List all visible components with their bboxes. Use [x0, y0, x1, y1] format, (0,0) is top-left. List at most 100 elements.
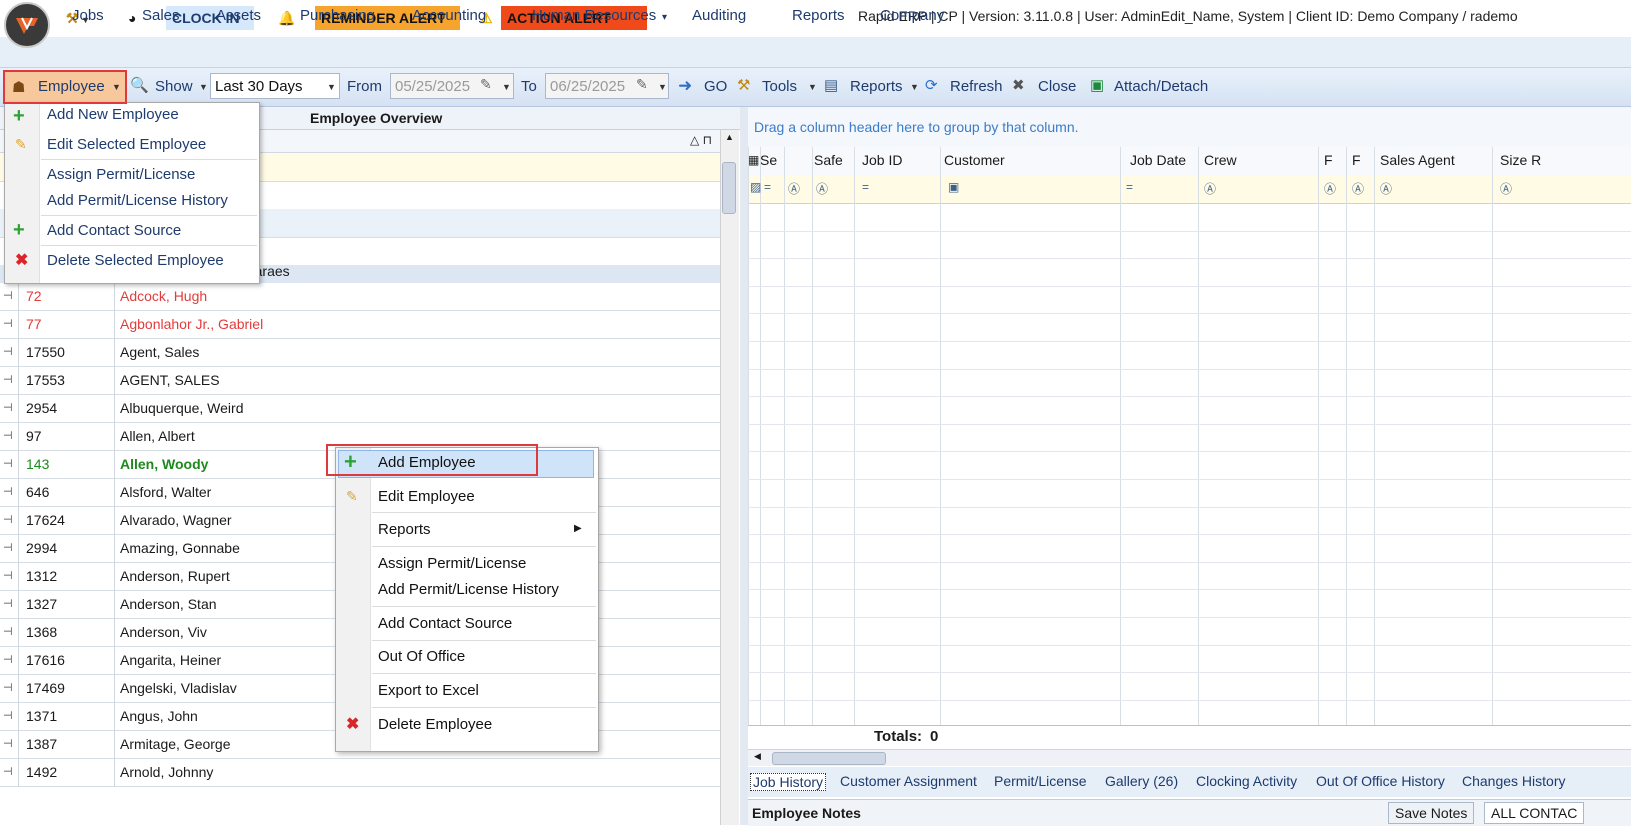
tools-button[interactable]: Tools [762, 78, 797, 95]
reports-button[interactable]: Reports [850, 78, 903, 95]
table-row[interactable]: ⊣ 1492 Arnold, Johnny [0, 759, 720, 787]
filter-operator-icon[interactable]: ▣ [948, 180, 959, 194]
menu-add-new-employee[interactable]: Add New Employee [47, 106, 179, 123]
menu-sales[interactable]: Sales [142, 7, 180, 24]
row-pin-icon[interactable]: ⊣ [3, 401, 13, 414]
row-pin-icon[interactable]: ⊣ [3, 653, 13, 666]
filter-operator-icon[interactable]: Ⓐ [816, 180, 828, 197]
table-row[interactable]: ⊣ 72 Adcock, Hugh [0, 283, 720, 311]
all-contacts-select[interactable]: ALL CONTAC [1484, 802, 1585, 824]
tab-job-history[interactable]: Job History [750, 773, 827, 791]
filter-operator-icon[interactable]: Ⓐ [1324, 180, 1336, 197]
filter-operator-icon[interactable]: Ⓐ [1352, 180, 1364, 197]
show-button[interactable]: Show [155, 78, 193, 95]
menu-reports[interactable]: Reports [378, 521, 431, 538]
from-date-input[interactable]: 05/25/2025 [390, 73, 514, 99]
menu-delete-selected-employee[interactable]: Delete Selected Employee [47, 252, 224, 269]
table-row[interactable]: ⊣ 17550 Agent, Sales [0, 339, 720, 367]
menu-add-permit-license-history[interactable]: Add Permit/License History [47, 192, 228, 209]
scrollbar-thumb[interactable] [772, 752, 886, 765]
menu-edit-employee[interactable]: Edit Employee [378, 488, 475, 505]
menu-human-resources[interactable]: Human Resources [532, 7, 656, 24]
row-pin-icon[interactable]: ⊣ [3, 625, 13, 638]
reports-dropdown-icon[interactable]: ▼ [910, 82, 919, 92]
filter-operator-icon[interactable]: = [1126, 180, 1133, 194]
column-size-r[interactable]: Size R [1500, 152, 1541, 168]
menu-out-of-office[interactable]: Out Of Office [378, 648, 465, 665]
filter-operator-icon[interactable]: Ⓐ [1500, 180, 1512, 197]
row-pin-icon[interactable]: ⊣ [3, 317, 13, 330]
save-notes-button[interactable]: Save Notes [1388, 802, 1475, 824]
table-row[interactable]: ⊣ 2954 Albuquerque, Weird [0, 395, 720, 423]
menu-company[interactable]: Company [880, 7, 944, 24]
column-f2[interactable]: F [1352, 152, 1361, 168]
row-pin-icon[interactable]: ⊣ [3, 513, 13, 526]
filter-operator-icon[interactable]: Ⓐ [1204, 180, 1216, 197]
column-crew[interactable]: Crew [1204, 152, 1237, 168]
column-se[interactable]: Se [760, 152, 777, 168]
date-range-select[interactable]: Last 30 Days [210, 73, 340, 99]
menu-reports[interactable]: Reports [792, 7, 845, 24]
menu-assets[interactable]: Assets [216, 7, 261, 24]
attach-detach-button[interactable]: Attach/Detach [1114, 78, 1208, 95]
job-filter-row[interactable]: ▨ = Ⓐ Ⓐ = ▣ = Ⓐ Ⓐ Ⓐ Ⓐ Ⓐ [748, 175, 1631, 204]
chevron-down-icon[interactable]: ▼ [502, 82, 511, 92]
row-pin-icon[interactable]: ⊣ [3, 373, 13, 386]
menu-accounting[interactable]: Accounting [412, 7, 486, 24]
vertical-scrollbar[interactable]: ▲ [720, 130, 739, 825]
row-pin-icon[interactable]: ⊣ [3, 289, 13, 302]
row-pin-icon[interactable]: ⊣ [3, 541, 13, 554]
tab-changes-history[interactable]: Changes History [1462, 773, 1566, 789]
menu-auditing[interactable]: Auditing [692, 7, 746, 24]
menu-purchasing[interactable]: Purchasing [300, 7, 375, 24]
row-pin-icon[interactable]: ⊣ [3, 429, 13, 442]
app-logo-icon[interactable] [4, 2, 50, 48]
to-date-input[interactable]: 06/25/2025 [545, 73, 669, 99]
table-row[interactable]: ⊣ 77 Agbonlahor Jr., Gabriel [0, 311, 720, 339]
column-f1[interactable]: F [1324, 152, 1333, 168]
filter-operator-icon[interactable]: Ⓐ [1380, 180, 1392, 197]
menu-jobs[interactable]: Jobs [72, 7, 104, 24]
tab-customer-assignment[interactable]: Customer Assignment [840, 773, 977, 789]
sort-pin-icon[interactable]: △ ⊓ [690, 133, 712, 147]
menu-assign-permit-license[interactable]: Assign Permit/License [47, 166, 195, 183]
scrollbar-thumb[interactable] [722, 162, 736, 214]
column-sales-agent[interactable]: Sales Agent [1380, 152, 1455, 168]
column-job-id[interactable]: Job ID [862, 152, 902, 168]
column-customer[interactable]: Customer [944, 152, 1005, 168]
row-pin-icon[interactable]: ⊣ [3, 457, 13, 470]
menu-assign-permit-license[interactable]: Assign Permit/License [378, 555, 526, 572]
menu-delete-employee[interactable]: Delete Employee [378, 716, 492, 733]
filter-operator-icon[interactable]: = [862, 180, 869, 194]
panel-splitter[interactable] [740, 107, 748, 825]
chevron-down-icon[interactable]: ▼ [658, 82, 667, 92]
group-by-area[interactable]: Drag a column header here to group by th… [748, 107, 1631, 148]
tab-permit-license[interactable]: Permit/License [994, 773, 1087, 789]
menu-add-permit-license-history[interactable]: Add Permit/License History [378, 581, 559, 598]
job-grid[interactable] [748, 203, 1631, 725]
tab-out-of-office-history[interactable]: Out Of Office History [1316, 773, 1445, 789]
menu-add-contact-source[interactable]: Add Contact Source [378, 615, 512, 632]
row-pin-icon[interactable]: ⊣ [3, 569, 13, 582]
row-pin-icon[interactable]: ⊣ [3, 485, 13, 498]
customize-quick-access-icon[interactable]: ▾ [662, 12, 667, 23]
menu-export-to-excel[interactable]: Export to Excel [378, 682, 479, 699]
row-pin-icon[interactable]: ⊣ [3, 709, 13, 722]
column-safe[interactable]: Safe [814, 152, 843, 168]
table-row[interactable]: ⊣ 17553 AGENT, SALES [0, 367, 720, 395]
filter-operator-icon[interactable]: ▨ [750, 180, 761, 194]
row-pin-icon[interactable]: ⊣ [3, 597, 13, 610]
menu-edit-selected-employee[interactable]: Edit Selected Employee [47, 136, 206, 153]
refresh-button[interactable]: Refresh [950, 78, 1003, 95]
tab-gallery[interactable]: Gallery (26) [1105, 773, 1178, 789]
close-button[interactable]: Close [1038, 78, 1076, 95]
horizontal-scrollbar[interactable]: ◀ [748, 749, 1631, 766]
tab-clocking-activity[interactable]: Clocking Activity [1196, 773, 1297, 789]
column-job-date[interactable]: Job Date [1130, 152, 1186, 168]
show-dropdown-icon[interactable]: ▼ [199, 82, 208, 92]
row-pin-icon[interactable]: ⊣ [3, 765, 13, 778]
filter-operator-icon[interactable]: = [764, 180, 771, 194]
menu-add-contact-source[interactable]: Add Contact Source [47, 222, 181, 239]
row-pin-icon[interactable]: ⊣ [3, 681, 13, 694]
filter-operator-icon[interactable]: Ⓐ [788, 180, 800, 197]
